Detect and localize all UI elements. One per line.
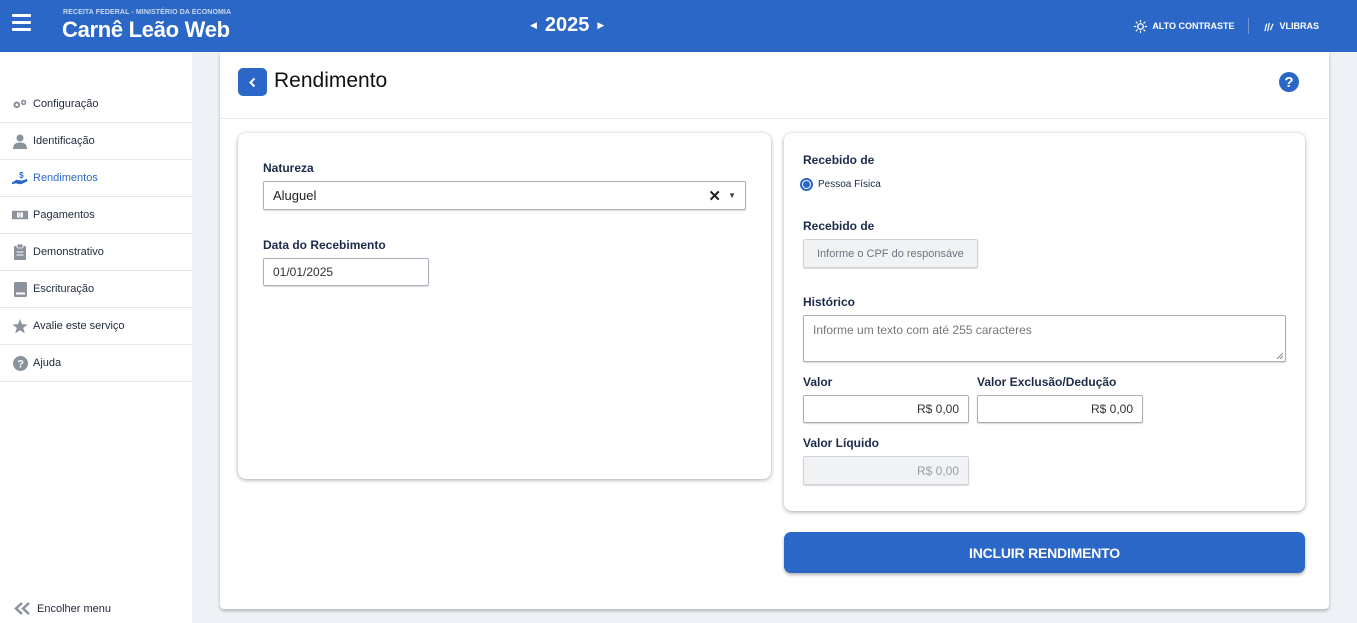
sidebar-item-configuracao[interactable]: Configuração (0, 86, 192, 123)
recebido-de-label: Recebido de (803, 153, 875, 167)
previous-year-icon[interactable]: ◀ (530, 20, 537, 31)
exclusao-input[interactable]: R$ 0,00 (977, 395, 1143, 423)
header-actions: ALTO CONTRASTE VLIBRAS (1134, 18, 1319, 34)
sidebar-item-label: Ajuda (33, 357, 62, 369)
sidebar-item-demonstrativo[interactable]: Demonstrativo (0, 234, 192, 271)
sidebar-item-avalie[interactable]: Avalie este serviço (0, 308, 192, 345)
sidebar-item-rendimentos[interactable]: $ Rendimentos (0, 160, 192, 197)
ministry-label: RECEITA FEDERAL - MINISTÉRIO DA ECONOMIA (63, 9, 232, 16)
data-recebimento-label: Data do Recebimento (263, 238, 386, 252)
data-recebimento-input[interactable]: 01/01/2025 (263, 258, 429, 286)
income-details-card: Natureza Aluguel ✕ ▼ Data do Recebimento… (238, 133, 771, 479)
money-icon: 0 (12, 207, 28, 223)
caret-down-icon[interactable]: ▼ (728, 191, 736, 200)
top-header: RECEITA FEDERAL - MINISTÉRIO DA ECONOMIA… (0, 0, 1357, 52)
vlibras-label: VLIBRAS (1279, 21, 1319, 31)
page-title: Rendimento (274, 69, 388, 92)
collapse-menu-button[interactable]: Encolher menu (14, 602, 111, 615)
menu-icon[interactable] (12, 14, 31, 32)
incluir-rendimento-button[interactable]: INCLUIR RENDIMENTO (784, 532, 1305, 573)
sidebar-item-label: Identificação (33, 135, 95, 147)
clear-icon[interactable]: ✕ (708, 187, 721, 205)
historico-label: Histórico (803, 295, 856, 309)
year-selector: ◀ 2025 ▶ (530, 14, 604, 37)
sidebar-item-escrituracao[interactable]: Escrituração (0, 271, 192, 308)
sidebar-item-identificacao[interactable]: Identificação (0, 123, 192, 160)
sidebar-item-pagamentos[interactable]: 0 Pagamentos (0, 197, 192, 234)
collapse-menu-label: Encolher menu (37, 602, 111, 615)
valor-label: Valor (803, 375, 833, 389)
app-title: Carnê Leão Web (62, 17, 230, 42)
pessoa-fisica-label: Pessoa Física (818, 179, 881, 190)
historico-placeholder: Informe um texto com até 255 caracteres (813, 323, 1032, 337)
valor-liquido-label: Valor Líquido (803, 436, 880, 450)
natureza-label: Natureza (263, 161, 314, 175)
valor-liquido-input: R$ 0,00 (803, 456, 969, 485)
star-icon (12, 318, 28, 334)
recebido-de-cpf-label: Recebido de (803, 219, 875, 233)
valor-input[interactable]: R$ 0,00 (803, 395, 969, 423)
help-icon[interactable]: ? (1279, 72, 1299, 92)
sidebar-item-label: Pagamentos (33, 209, 95, 221)
main-panel: Rendimento ? Natureza Aluguel ✕ ▼ Data d… (220, 52, 1329, 609)
sidebar-item-label: Configuração (33, 98, 99, 110)
double-chevron-left-icon (14, 602, 30, 615)
hands-icon (1264, 22, 1275, 31)
sidebar-item-label: Rendimentos (33, 172, 98, 184)
sidebar-item-ajuda[interactable]: ? Ajuda (0, 345, 192, 382)
natureza-value: Aluguel (273, 188, 317, 203)
vlibras-button[interactable]: VLIBRAS (1263, 21, 1319, 32)
hand-dollar-icon: $ (12, 170, 28, 186)
high-contrast-label: ALTO CONTRASTE (1152, 21, 1235, 31)
sun-icon (1134, 19, 1148, 33)
next-year-icon[interactable]: ▶ (597, 20, 604, 31)
svg-text:0: 0 (18, 213, 21, 219)
user-icon (12, 133, 28, 149)
exclusao-label: Valor Exclusão/Dedução (977, 375, 1117, 389)
natureza-select[interactable]: Aluguel ✕ ▼ (263, 181, 746, 210)
historico-textarea[interactable]: Informe um texto com até 255 caracteres (803, 315, 1286, 362)
sidebar-item-label: Avalie este serviço (33, 320, 125, 332)
radio-selected-icon (800, 178, 813, 191)
clipboard-icon (12, 244, 28, 260)
cpf-input[interactable]: Informe o CPF do responsáve (803, 239, 978, 268)
payer-details-card: Recebido de Pessoa Física Recebido de In… (784, 133, 1305, 511)
header-divider (1248, 18, 1250, 34)
chevron-left-icon (249, 77, 256, 87)
sidebar-item-label: Escrituração (33, 283, 95, 295)
high-contrast-button[interactable]: ALTO CONTRASTE (1134, 19, 1235, 33)
pessoa-fisica-radio[interactable]: Pessoa Física (800, 178, 881, 191)
svg-text:?: ? (17, 358, 24, 370)
svg-text:$: $ (19, 171, 24, 180)
gears-icon (12, 96, 28, 112)
book-icon (12, 281, 28, 297)
title-bar: Rendimento ? (220, 52, 1329, 119)
back-button[interactable] (238, 68, 267, 96)
sidebar: Configuração Identificação $ Rendimentos… (0, 52, 192, 623)
sidebar-item-label: Demonstrativo (33, 246, 104, 258)
resize-handle-icon[interactable] (1276, 352, 1283, 359)
question-icon: ? (12, 355, 28, 371)
year-value: 2025 (544, 14, 590, 36)
